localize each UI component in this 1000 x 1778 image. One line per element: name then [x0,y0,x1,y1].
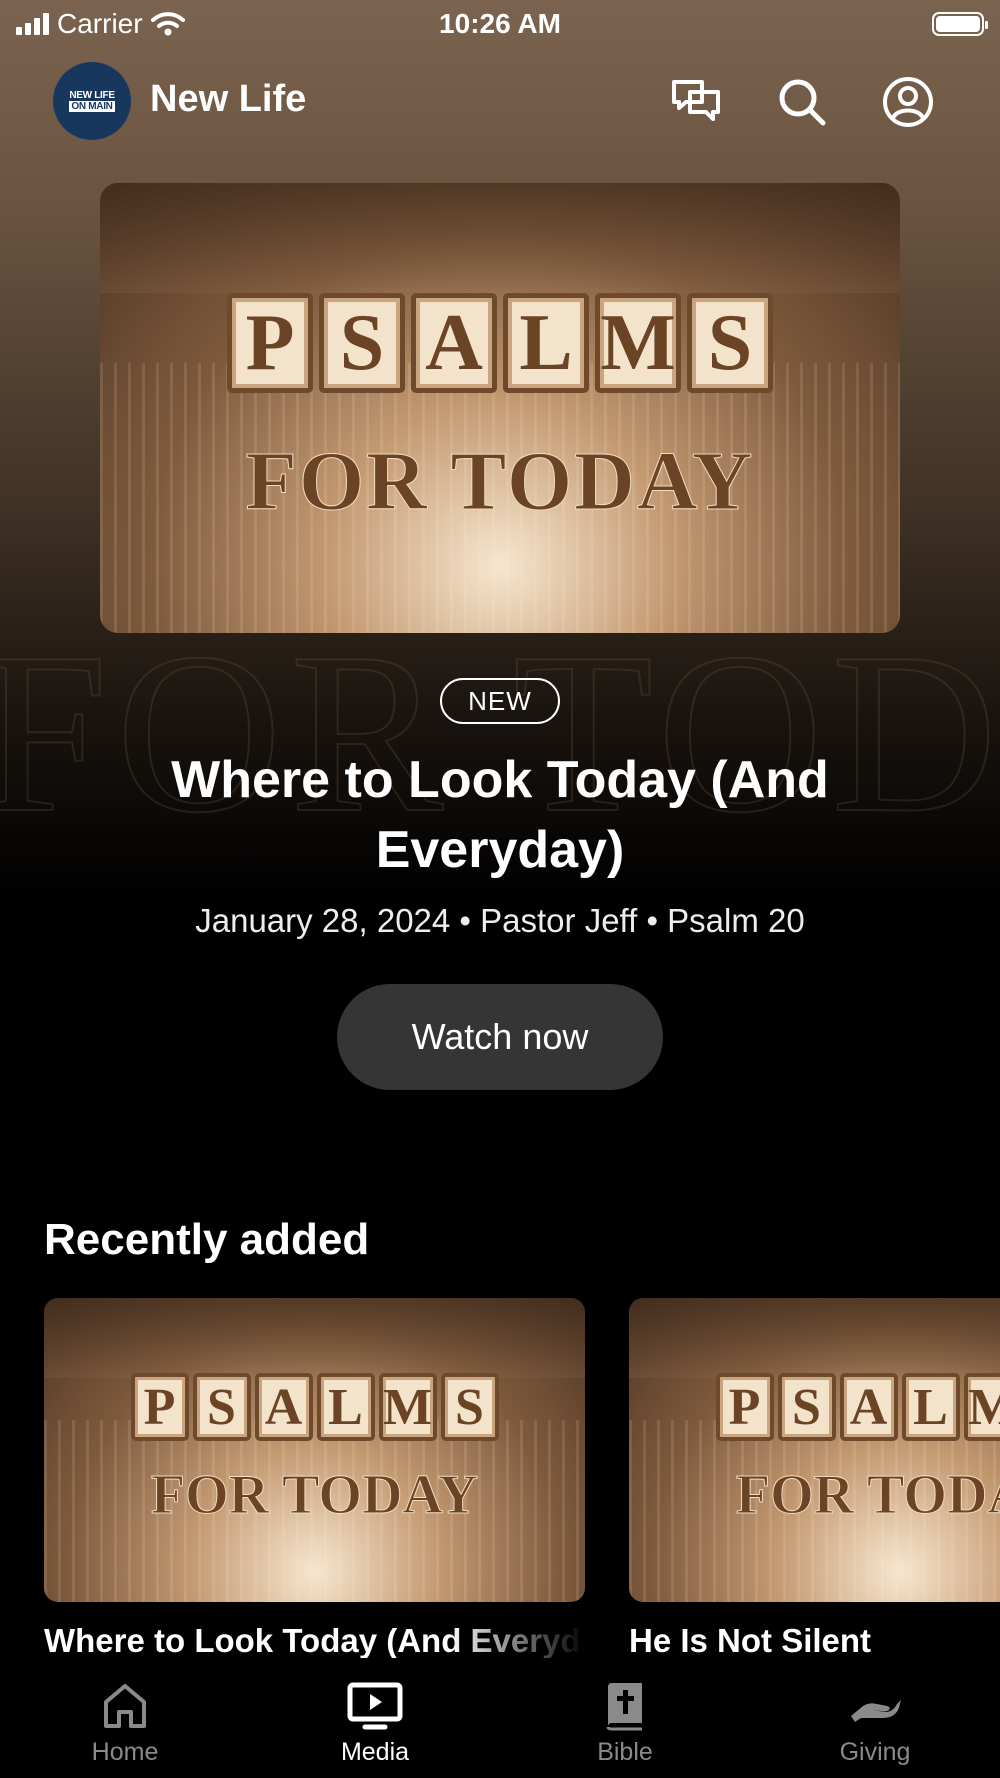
church-logo[interactable]: NEW LIFE ON MAIN [53,62,131,140]
status-bar: Carrier 10:26 AM [0,0,1000,50]
artwork-subtitle: FOR TODAY [735,1464,1000,1527]
home-icon [102,1680,148,1732]
artwork-subtitle: FOR TODAY [245,435,755,529]
media-icon [347,1680,403,1732]
letter-block: A [254,1373,313,1441]
letter-blocks: P S A L M S [44,1373,585,1441]
battery-icon [932,12,988,36]
letter-block: M [963,1373,1000,1441]
hero-meta: January 28, 2024 • Pastor Jeff • Psalm 2… [195,902,805,939]
artwork-blur-top [44,1298,585,1378]
letter-block: S [777,1373,836,1441]
letter-block: M [378,1373,437,1441]
tab-label: Giving [839,1738,911,1766]
app-header: NEW LIFE ON MAIN New Life [0,62,1000,142]
card-title: He Is Not Silent [629,1622,872,1659]
artwork-blur-top [100,183,900,293]
search-icon[interactable] [774,74,830,130]
letter-block: L [316,1373,375,1441]
letter-block: M [595,293,681,393]
giving-icon [847,1680,903,1732]
media-card[interactable]: P S A L M S FOR TODAY He Is Not Silent [629,1298,1000,1660]
letter-block: P [715,1373,774,1441]
tab-label: Home [91,1738,159,1766]
letter-blocks: P S A L M S [100,293,900,393]
letter-block: A [411,293,497,393]
chat-icon[interactable] [668,74,724,130]
app-title: New Life [150,78,307,120]
tab-home[interactable]: Home [0,1658,250,1778]
logo-line1: NEW LIFE [69,90,115,101]
hero-title: Where to Look Today (And Everyday) [171,751,829,879]
artwork-subtitle: FOR TODAY [150,1464,479,1527]
media-card[interactable]: P S A L M S FOR TODAY Where to Look Toda… [44,1298,585,1660]
letter-block: S [687,293,773,393]
letter-block: S [440,1373,499,1441]
letter-block: A [839,1373,898,1441]
new-badge: NEW [440,678,560,724]
tab-bible[interactable]: Bible [500,1658,750,1778]
watch-now-button[interactable]: Watch now [337,984,663,1090]
tab-bar: Home Media Bible Giving [0,1658,1000,1778]
profile-icon[interactable] [880,74,936,130]
hero-artwork[interactable]: P S A L M S FOR TODAY [100,183,900,633]
tab-media[interactable]: Media [250,1658,500,1778]
recently-added-heading: Recently added [44,1215,370,1264]
letter-block: P [130,1373,189,1441]
bible-icon [604,1680,646,1732]
letter-block: S [319,293,405,393]
card-title: Where to Look Today (And Everyday) [44,1622,585,1659]
letter-block: P [227,293,313,393]
letter-block: L [901,1373,960,1441]
card-artwork: P S A L M S FOR TODAY [44,1298,585,1602]
letter-block: S [192,1373,251,1441]
letter-blocks: P S A L M S [629,1373,1000,1441]
status-time: 10:26 AM [439,8,561,39]
tab-giving[interactable]: Giving [750,1658,1000,1778]
artwork-blur-top [629,1298,1000,1378]
tab-label: Bible [597,1738,653,1766]
tab-label: Media [340,1738,410,1766]
logo-line2: ON MAIN [69,101,115,112]
card-artwork: P S A L M S FOR TODAY [629,1298,1000,1602]
letter-block: L [503,293,589,393]
